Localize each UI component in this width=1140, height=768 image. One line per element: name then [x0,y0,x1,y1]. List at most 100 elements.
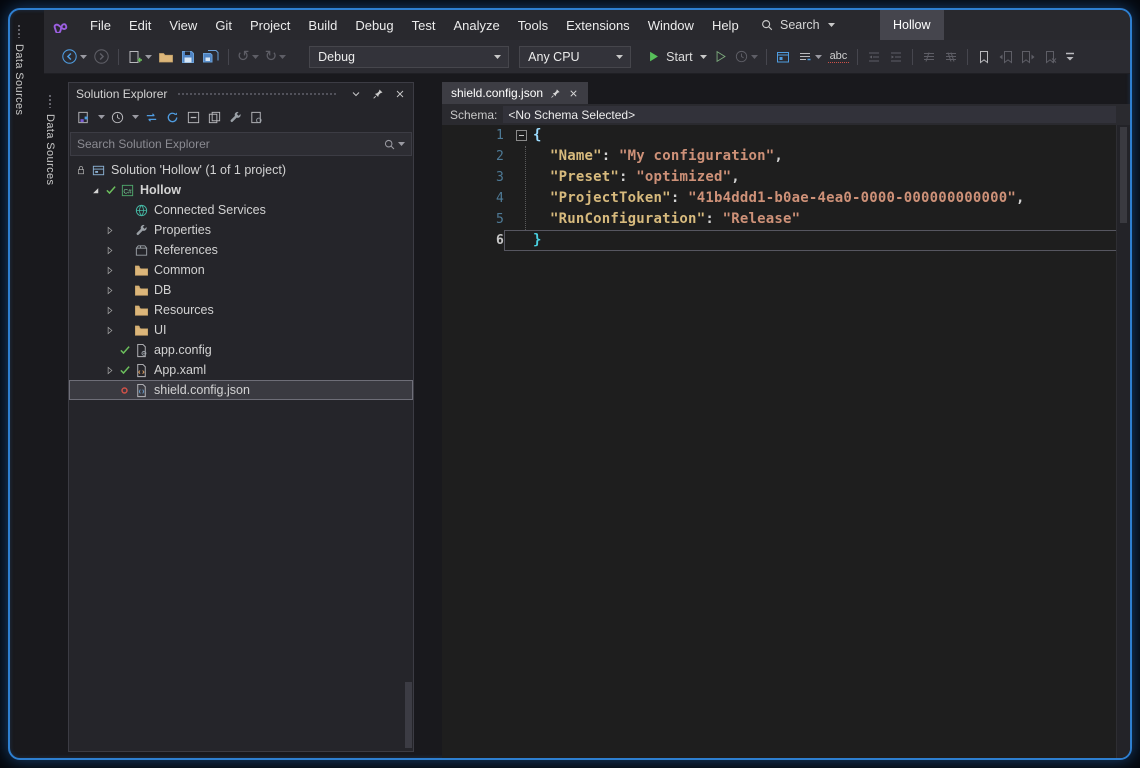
tree-item-resources[interactable]: Resources [69,300,413,320]
properties-icon[interactable] [227,109,244,125]
fold-collapse-icon[interactable] [516,130,527,141]
menu-item-project[interactable]: Project [241,13,299,38]
expander-collapsed-icon[interactable] [101,325,117,336]
solution-explorer-scrollbar[interactable] [405,682,412,748]
menu-item-tools[interactable]: Tools [509,13,557,38]
open-file-button[interactable] [155,45,177,69]
search-control[interactable]: Search [752,14,843,36]
navigate-forward-button[interactable] [90,45,113,69]
menu-item-extensions[interactable]: Extensions [557,13,639,38]
scrollbar-thumb[interactable] [1120,127,1127,223]
tree-item-label: Resources [154,303,214,317]
tree-item-common[interactable]: Common [69,260,413,280]
tree-item-connected-services[interactable]: Connected Services [69,200,413,220]
next-bookmark-button[interactable] [1017,45,1039,69]
menu-item-analyze[interactable]: Analyze [444,13,508,38]
tree-item-solution-hollow-1-of-1-project[interactable]: Solution 'Hollow' (1 of 1 project) [69,160,413,180]
expander-collapsed-icon[interactable] [101,245,117,256]
new-project-button[interactable] [124,45,155,69]
schema-selector-combo[interactable]: <No Schema Selected> [503,106,1116,123]
separator [912,49,913,65]
previous-bookmark-button[interactable] [995,45,1017,69]
code-line-1[interactable]: 1{ [442,125,1130,146]
connected-services-icon [132,203,150,218]
solution-platforms-combo[interactable]: Any CPU [519,46,631,68]
solution-explorer-titlebar[interactable]: Solution Explorer [69,83,413,104]
menu-item-test[interactable]: Test [403,13,445,38]
menu-item-edit[interactable]: Edit [120,13,160,38]
start-without-debugging-button[interactable] [711,45,731,69]
show-output-list-button[interactable] [794,45,825,69]
refresh-icon[interactable] [164,109,181,125]
expander-collapsed-icon[interactable] [101,305,117,316]
save-button[interactable] [177,45,199,69]
code-line-5[interactable]: 5"RunConfiguration": "Release" [442,209,1130,230]
menu-item-view[interactable]: View [160,13,206,38]
tree-item-references[interactable]: References [69,240,413,260]
menu-item-git[interactable]: Git [206,13,241,38]
close-icon[interactable] [391,86,408,102]
solution-configurations-combo[interactable]: Debug [309,46,509,68]
comment-lines-button[interactable] [918,45,940,69]
tree-item-app-xaml[interactable]: App.xaml [69,360,413,380]
solution-explorer-search-input[interactable]: Search Solution Explorer [70,132,412,156]
switch-views-icon[interactable] [75,109,92,125]
code-line-3[interactable]: 3"Preset": "optimized", [442,167,1130,188]
pending-changes-filter-icon[interactable] [109,109,126,125]
menu-item-debug[interactable]: Debug [346,13,402,38]
dock-tab-data-sources-2[interactable]: Data Sources [44,94,56,185]
tab-shield-config-json[interactable]: shield.config.json [442,82,588,104]
code-line-6[interactable]: 6} [442,230,1130,251]
window-position-chevron-icon[interactable] [347,86,364,102]
tree-item-hollow[interactable]: C#Hollow [69,180,413,200]
preview-selected-items-icon[interactable] [248,109,265,125]
complete-word-button[interactable]: abc [825,45,853,69]
expander-collapsed-icon[interactable] [101,285,117,296]
close-icon[interactable] [568,88,579,99]
expander-collapsed-icon[interactable] [101,365,117,376]
dock-tab-data-sources-1[interactable]: Data Sources [13,24,25,115]
solution-explorer-toolbar [69,104,413,130]
expander-collapsed-icon[interactable] [101,265,117,276]
source-control-check-icon [117,344,132,356]
code-line-2[interactable]: 2"Name": "My configuration", [442,146,1130,167]
expander-collapsed-icon[interactable] [101,225,117,236]
pin-icon[interactable] [550,88,561,99]
tree-item-db[interactable]: DB [69,280,413,300]
undo-button[interactable]: ↺ [234,45,262,69]
clear-bookmarks-button[interactable] [1039,45,1061,69]
diagnostics-window-button[interactable] [772,45,794,69]
menu-item-window[interactable]: Window [639,13,703,38]
editor-scrollbar[interactable] [1116,125,1130,758]
separator [766,49,767,65]
increase-indent-button[interactable] [885,45,907,69]
expander-expanded-icon[interactable] [87,185,103,196]
menu-item-build[interactable]: Build [299,13,346,38]
tree-item-properties[interactable]: Properties [69,220,413,240]
uncomment-lines-button[interactable] [940,45,962,69]
menu-item-help[interactable]: Help [703,13,748,38]
tree-item-shield-config-json[interactable]: shield.config.json [69,380,413,400]
toggle-bookmark-button[interactable] [973,45,995,69]
sync-with-active-document-icon[interactable] [143,109,160,125]
show-all-files-icon[interactable] [206,109,223,125]
code-line-4[interactable]: 4"ProjectToken": "41b4ddd1-b0ae-4ea0-000… [442,188,1130,209]
start-debugging-button[interactable]: Start [643,49,710,64]
decrease-indent-button[interactable] [863,45,885,69]
toolbar-overflow-button[interactable] [1061,45,1079,69]
collapse-all-icon[interactable] [185,109,202,125]
chevron-down-icon [80,55,87,59]
tab-title: shield.config.json [451,86,543,100]
pin-icon[interactable] [369,86,386,102]
navigate-back-button[interactable] [58,45,90,69]
tree-item-app-config[interactable]: app.config [69,340,413,360]
redo-button[interactable]: ↻ [262,45,290,69]
profiler-button[interactable] [731,45,761,69]
title-solution-badge[interactable]: Hollow [880,10,944,40]
save-all-button[interactable] [199,45,223,69]
code-editor[interactable]: 1{2"Name": "My configuration",3"Preset":… [442,125,1130,758]
menu-item-file[interactable]: File [81,13,120,38]
chevron-down-icon [398,142,405,146]
indent-guide [525,146,526,230]
tree-item-ui[interactable]: UI [69,320,413,340]
